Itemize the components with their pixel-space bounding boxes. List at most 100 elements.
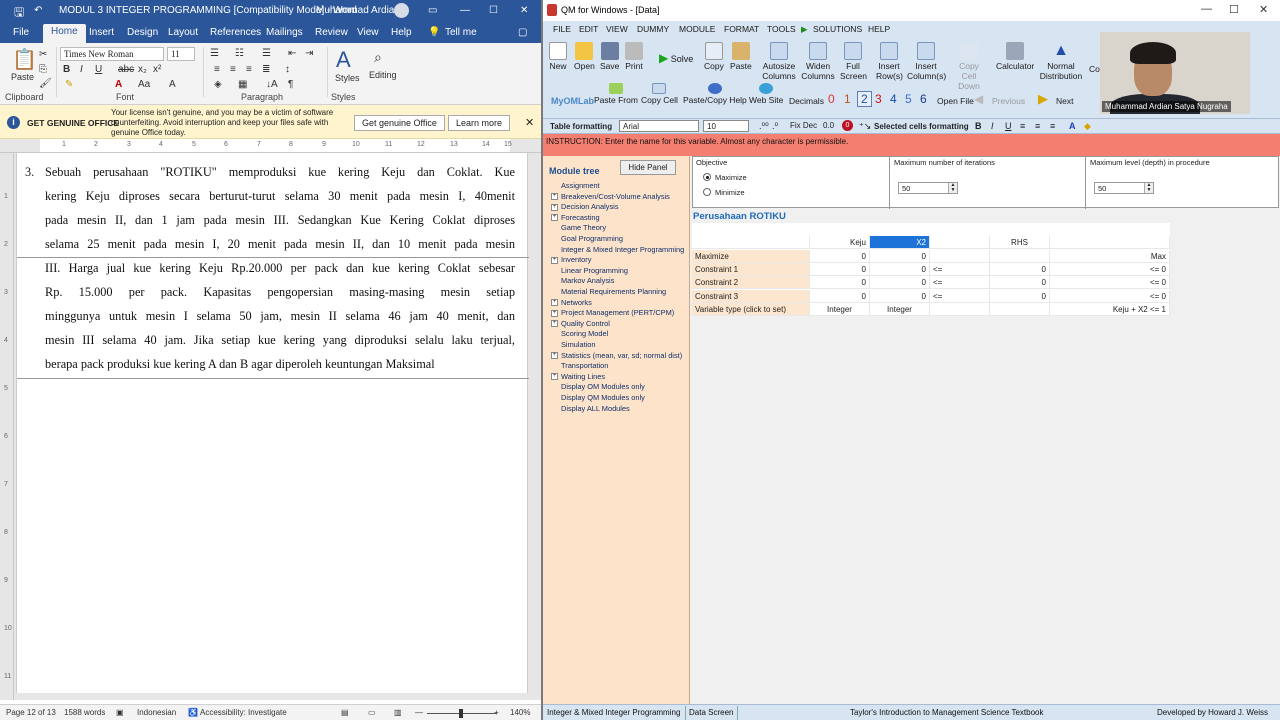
paste-label[interactable]: Paste [11,72,34,82]
tree-item[interactable]: Markov Analysis [561,276,614,285]
table-row[interactable]: Constraint 1 0 0 <= 0 <= 0 [692,262,1170,276]
expand-icon[interactable]: + [551,299,558,307]
word-count[interactable]: 1588 words [64,708,105,717]
expand-icon[interactable]: + [551,203,558,211]
data-table[interactable]: Keju X2 RHS Maximize 0 0 Max Constraint 1 0 0 <= 0 <… [692,223,1170,317]
paste-icon[interactable]: 📋 [12,47,37,72]
table-cell[interactable]: 0 [990,276,1050,290]
tree-item[interactable]: Waiting Lines [561,372,605,381]
shading-icon[interactable]: ◈ [214,79,222,90]
decimal-icon[interactable]: .⁰⁰ [759,121,769,132]
proofing-icon[interactable]: ▣ [116,708,124,717]
subscript-icon[interactable]: x₂ [138,64,147,75]
cut-icon[interactable]: ✂ [39,49,47,60]
row-label[interactable]: Variable type (click to set) [692,302,810,316]
insert-columns-button[interactable]: Insert Column(s) [907,42,946,81]
tab-view[interactable]: View [357,27,379,38]
table-cell[interactable]: <= [930,289,990,303]
new-button[interactable]: New [549,42,567,71]
tab-help[interactable]: Help [391,27,412,38]
row-label[interactable]: Constraint 2 [692,276,810,290]
tree-item[interactable]: Statistics (mean, var, sd; normal dist) [561,351,682,360]
save-icon[interactable]: 🖫 [14,3,24,24]
bold-icon[interactable]: B [63,64,70,75]
minimize-label[interactable]: Minimize [715,188,745,197]
expand-icon[interactable]: + [551,193,558,201]
tree-item[interactable]: Display QM Modules only [561,393,645,402]
myomlab-label[interactable]: MyOMLab [551,96,594,106]
table-cell[interactable]: <= 0 [1050,276,1170,290]
table-cell[interactable]: 0 [870,262,930,276]
accessibility[interactable]: Accessibility: Investigate [200,708,287,717]
menu-view[interactable]: VIEW [606,24,628,34]
tab-layout[interactable]: Layout [168,27,198,38]
save-button[interactable]: Save [600,42,619,71]
table-cell[interactable]: 0 [810,289,870,303]
close-icon[interactable]: ✕ [525,116,534,129]
paste-copy-help-button[interactable]: Paste/Copy Help [683,83,747,105]
table-cell[interactable]: 0 [810,276,870,290]
problem-title[interactable]: Perusahaan ROTIKU [693,211,786,222]
tree-item[interactable]: Transportation [561,361,608,370]
table-cell[interactable]: Max [1050,249,1170,263]
tree-item[interactable]: Display OM Modules only [561,382,645,391]
fix-dec-value[interactable]: 0.0 [823,121,834,130]
spin-arrows-icon[interactable]: ▲ ▼ [948,183,957,193]
max-level-input[interactable]: 50 ▲ ▼ [1094,182,1154,194]
editing-label[interactable]: Editing [369,70,397,80]
table-cell[interactable]: Integer [870,302,930,316]
row-label[interactable]: Maximize [692,249,810,263]
menu-file[interactable]: FILE [553,24,571,34]
menu-edit[interactable]: EDIT [579,24,598,34]
table-cell[interactable]: <= 0 [1050,289,1170,303]
highlight-icon[interactable]: ✎ [65,79,73,90]
table-cell[interactable] [930,249,990,263]
autosize-columns-button[interactable]: Autosize Columns [762,42,796,81]
multilevel-icon[interactable]: ☰ [262,48,271,59]
table-cell[interactable]: 0 [870,249,930,263]
widen-columns-button[interactable]: Widen Columns [801,42,835,81]
underline-icon[interactable]: U [1005,121,1012,131]
decimal-4[interactable]: 4 [890,92,897,106]
decimal-6[interactable]: 6 [920,92,927,106]
tree-item[interactable]: Inventory [561,255,591,264]
language[interactable]: Indonesian [137,708,176,717]
copy-cell-down-button[interactable]: Copy Cell Down [951,42,987,91]
tree-item[interactable]: Scoring Model [561,329,608,338]
zoom-level[interactable]: 140% [510,708,530,717]
expand-icon[interactable]: + [551,309,558,317]
menu-help[interactable]: HELP [868,24,890,34]
underline-icon[interactable]: U [95,64,102,75]
table-cell[interactable]: Keju + X2 <= 1 [1050,302,1170,316]
table-cell[interactable]: 0 [990,289,1050,303]
format-painter-icon[interactable]: 🖌 [39,78,52,89]
copy-cell-button[interactable]: Copy Cell [641,83,678,105]
sort-icon[interactable]: ↓A [266,79,278,90]
decimal-5[interactable]: 5 [905,92,912,106]
close-icon[interactable]: ✕ [520,5,528,16]
full-screen-button[interactable]: Full Screen [840,42,867,81]
align-center-icon[interactable]: ≡ [1035,121,1040,131]
column-header[interactable]: X2 [870,236,930,250]
tab-mailings[interactable]: Mailings [266,27,303,38]
bullets-icon[interactable]: ☰ [210,48,219,59]
column-header[interactable]: Keju [810,236,870,250]
tree-item[interactable]: Networks [561,298,592,307]
expand-icon[interactable]: + [551,352,558,360]
tree-item[interactable]: Decision Analysis [561,202,619,211]
table-cell[interactable]: <= [930,276,990,290]
zoom-thumb[interactable] [459,709,463,718]
table-cell[interactable] [930,302,990,316]
corner-cell[interactable] [692,236,810,250]
expand-icon[interactable]: + [551,320,558,328]
borders-icon[interactable]: ▦ [238,79,247,90]
tab-home[interactable]: Home [43,24,86,43]
size-select[interactable]: 10 [703,120,749,132]
tree-item[interactable]: Goal Programming [561,234,623,243]
zoom-out-icon[interactable]: — [415,708,423,717]
align-right-icon[interactable]: ≡ [1050,121,1055,131]
document-canvas[interactable]: 1 2 3 4 5 6 7 8 9 10 11 3. Sebuah perusahaan "ROTI… [0,153,541,700]
decimal-0[interactable]: 0 [828,92,835,106]
table-cell[interactable]: 0 [990,262,1050,276]
tell-me[interactable]: Tell me [445,27,477,38]
